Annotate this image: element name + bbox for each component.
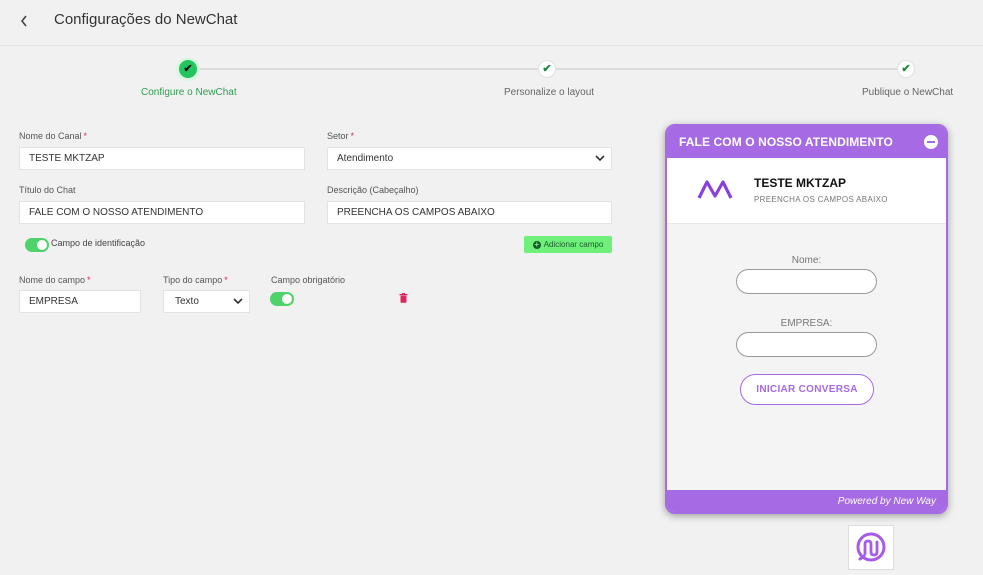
field-mandatory-label: Campo obrigatório xyxy=(271,275,346,285)
widget-header: FALE COM O NOSSO ATENDIMENTO xyxy=(667,126,946,158)
description-input[interactable]: PREENCHA OS CAMPOS ABAIXO xyxy=(327,201,612,224)
sector-select[interactable]: Atendimento xyxy=(327,147,612,170)
channel-name-label: Nome do Canal * xyxy=(19,131,88,141)
chat-title-label: Título do Chat xyxy=(19,185,76,195)
step-3-label[interactable]: Publique o NewChat xyxy=(862,87,953,98)
widget-name-input[interactable] xyxy=(736,269,877,294)
required-mark: * xyxy=(350,131,355,141)
field-name-label: Nome do campo * xyxy=(19,275,91,285)
step-2-indicator[interactable]: ✔ xyxy=(538,60,556,78)
chevron-down-icon xyxy=(595,155,605,162)
add-field-button[interactable]: + Adicionar campo xyxy=(524,236,612,253)
step-3-indicator[interactable]: ✔ xyxy=(897,60,915,78)
plus-circle-icon: + xyxy=(532,239,541,249)
step-2-label[interactable]: Personalize o layout xyxy=(504,87,594,98)
minimize-icon[interactable] xyxy=(924,135,938,149)
stepper-line xyxy=(198,68,540,70)
widget-brand-name: TESTE MKTZAP xyxy=(754,176,846,190)
chat-title-input[interactable]: FALE COM O NOSSO ATENDIMENTO xyxy=(19,201,305,224)
widget-brand-subtitle: PREENCHA OS CAMPOS ABAIXO xyxy=(754,195,888,204)
check-icon: ✔ xyxy=(542,62,552,75)
widget-name-label: Nome: xyxy=(791,255,822,266)
newway-launcher-icon xyxy=(856,532,886,561)
toggle-knob xyxy=(37,240,47,250)
chat-launcher-button[interactable] xyxy=(848,525,894,570)
field-type-label: Tipo do campo * xyxy=(163,275,228,285)
sector-label: Setor * xyxy=(327,131,355,141)
required-mark: * xyxy=(83,131,88,141)
widget-header-title: FALE COM O NOSSO ATENDIMENTO xyxy=(679,135,893,149)
back-button[interactable] xyxy=(14,10,34,32)
chevron-left-icon xyxy=(20,15,27,27)
chat-widget-preview: FALE COM O NOSSO ATENDIMENTO TESTE MKTZA… xyxy=(665,124,948,514)
description-label: Descrição (Cabeçalho) xyxy=(327,185,419,195)
step-1-label[interactable]: Configure o NewChat xyxy=(141,87,237,98)
toggle-knob xyxy=(282,294,292,304)
page-title: Configurações do NewChat xyxy=(54,11,238,28)
chevron-down-icon xyxy=(233,298,243,305)
required-mark: * xyxy=(87,275,91,285)
channel-name-input[interactable]: TESTE MKTZAP xyxy=(19,147,305,170)
check-icon: ✔ xyxy=(901,62,911,75)
required-mark: * xyxy=(224,275,228,285)
step-1-indicator[interactable]: ✔ xyxy=(176,57,200,81)
widget-company-input[interactable] xyxy=(736,332,877,357)
newway-logo-icon xyxy=(697,180,733,199)
widget-company-label: EMPRESA: xyxy=(780,318,833,329)
field-name-input[interactable]: EMPRESA xyxy=(19,290,141,313)
page-header: Configurações do NewChat xyxy=(0,0,983,46)
check-icon: ✔ xyxy=(183,62,193,75)
identification-toggle-label: Campo de identificação xyxy=(51,238,146,248)
start-conversation-button[interactable]: INICIAR CONVERSA xyxy=(740,374,874,405)
widget-footer: Powered by New Way xyxy=(667,490,946,512)
identification-toggle[interactable] xyxy=(25,238,49,252)
trash-icon[interactable] xyxy=(399,293,408,303)
field-type-select[interactable]: Texto xyxy=(163,290,250,313)
stepper-line xyxy=(556,68,898,70)
field-mandatory-toggle[interactable] xyxy=(270,292,294,306)
widget-brand: TESTE MKTZAP PREENCHA OS CAMPOS ABAIXO xyxy=(667,158,946,224)
